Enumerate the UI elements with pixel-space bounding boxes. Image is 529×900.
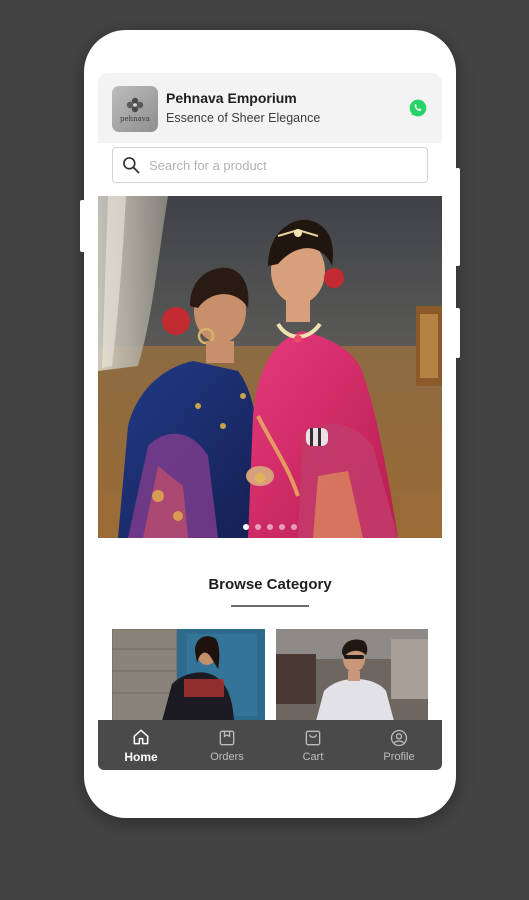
nav-cart-label: Cart bbox=[302, 750, 324, 763]
nav-cart[interactable]: Cart bbox=[270, 720, 356, 770]
home-icon bbox=[133, 729, 149, 744]
flower-icon bbox=[126, 97, 144, 112]
carousel-dot[interactable] bbox=[267, 524, 273, 530]
category-card-women[interactable] bbox=[112, 629, 265, 721]
cart-icon bbox=[305, 730, 321, 745]
carousel-dot[interactable] bbox=[279, 524, 285, 530]
category-card-men[interactable] bbox=[276, 629, 428, 721]
store-tagline: Essence of Sheer Elegance bbox=[166, 111, 321, 125]
carousel-dot[interactable] bbox=[255, 524, 261, 530]
search-input[interactable] bbox=[149, 150, 427, 180]
app-screen: pehnava Pehnava Emporium Essence of Shee… bbox=[98, 73, 442, 770]
whatsapp-icon[interactable] bbox=[408, 98, 428, 118]
nav-orders[interactable]: Orders bbox=[184, 720, 270, 770]
carousel-dot[interactable] bbox=[291, 524, 297, 530]
phone-side-button-right-bottom bbox=[455, 308, 460, 358]
hero-banner[interactable] bbox=[98, 196, 442, 538]
nav-profile-label: Profile bbox=[383, 750, 415, 763]
nav-profile[interactable]: Profile bbox=[356, 720, 442, 770]
store-logo: pehnava bbox=[112, 86, 158, 132]
carousel-dots bbox=[98, 524, 442, 530]
search-icon bbox=[123, 157, 140, 174]
banner-image-two-women-in-sarees bbox=[98, 196, 442, 538]
nav-home-label: Home bbox=[124, 749, 158, 764]
logo-text: pehnava bbox=[120, 114, 150, 123]
title-underline bbox=[231, 605, 309, 607]
category-image-men bbox=[276, 629, 428, 721]
phone-side-button-left bbox=[80, 200, 85, 252]
orders-icon bbox=[219, 730, 235, 745]
search-bar[interactable] bbox=[112, 147, 428, 183]
bottom-navigation: Home Orders Cart Profile bbox=[98, 720, 442, 770]
store-header: pehnava Pehnava Emporium Essence of Shee… bbox=[98, 73, 442, 183]
nav-orders-label: Orders bbox=[210, 750, 244, 763]
profile-icon bbox=[390, 729, 408, 746]
browse-category-title: Browse Category bbox=[208, 576, 332, 593]
carousel-dot[interactable] bbox=[243, 524, 249, 530]
category-image-women bbox=[112, 629, 265, 721]
phone-side-button-right-top bbox=[455, 168, 460, 266]
nav-home[interactable]: Home bbox=[98, 720, 184, 770]
store-name: Pehnava Emporium bbox=[166, 90, 297, 106]
